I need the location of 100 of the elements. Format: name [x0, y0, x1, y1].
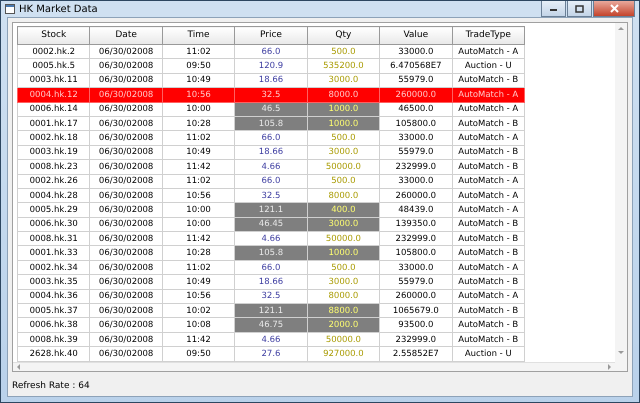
- table-cell: 18.66: [234, 274, 308, 290]
- table-cell: 0001.hk.33: [18, 246, 90, 260]
- table-cell: 0003.hk.35: [18, 274, 90, 290]
- table-cell: 06/30/02008: [90, 58, 162, 74]
- table-cell: 06/30/02008: [90, 174, 162, 188]
- table-cell: 0004.hk.12: [18, 88, 90, 102]
- table-cell: 06/30/02008: [90, 346, 162, 362]
- table-cell: 09:50: [162, 346, 235, 362]
- column-header[interactable]: Stock: [18, 26, 90, 44]
- table-cell: 06/30/02008: [90, 130, 162, 146]
- table-cell: AutoMatch - B: [452, 232, 524, 246]
- close-icon: [610, 4, 618, 13]
- vertical-scrollbar[interactable]: [615, 23, 627, 371]
- table-cell: 66.0: [234, 174, 308, 188]
- horizontal-scrollbar[interactable]: [13, 362, 615, 371]
- table-cell: 0006.hk.38: [18, 318, 90, 332]
- column-header[interactable]: TradeType: [452, 26, 524, 44]
- table-cell: 232999.0: [380, 160, 452, 174]
- table-cell: 06/30/02008: [90, 260, 162, 275]
- table-cell: Auction - U: [452, 346, 524, 362]
- table-cell: 105.8: [234, 246, 308, 260]
- table-cell: 139350.0: [380, 217, 452, 232]
- table-cell: AutoMatch - B: [452, 116, 524, 131]
- table-cell: AutoMatch - B: [452, 246, 524, 260]
- scroll-left-icon[interactable]: [16, 364, 21, 370]
- table-cell: AutoMatch - A: [452, 260, 524, 275]
- table-cell: 06/30/02008: [90, 116, 162, 131]
- table-cell: 50000.0: [307, 332, 380, 347]
- table-cell: 18.66: [234, 145, 308, 160]
- table-cell: 46.75: [234, 318, 308, 332]
- status-text: Refresh Rate : 64: [12, 381, 90, 391]
- window-title: HK Market Data: [19, 2, 98, 16]
- table-cell: 3000.0: [307, 274, 380, 290]
- table-cell: 11:02: [162, 130, 235, 146]
- maximize-button[interactable]: [567, 1, 592, 17]
- table-cell: AutoMatch - A: [452, 202, 524, 218]
- table-cell: 10:00: [162, 217, 235, 232]
- window-icon: [5, 4, 15, 14]
- table-cell: 4.66: [234, 332, 308, 347]
- table-cell: 06/30/02008: [90, 102, 162, 116]
- table-cell: 10:28: [162, 246, 235, 260]
- table-cell: 0002.hk.18: [18, 130, 90, 146]
- table-cell: 10:56: [162, 88, 235, 102]
- table-cell: 3000.0: [307, 217, 380, 232]
- scroll-up-icon[interactable]: [618, 26, 624, 31]
- table-cell: 4.66: [234, 160, 308, 174]
- table-cell: 0004.hk.28: [18, 188, 90, 203]
- table-cell: 260000.0: [380, 88, 452, 102]
- scroll-down-icon[interactable]: [618, 350, 624, 355]
- table-cell: 11:42: [162, 332, 235, 347]
- table-cell: 09:50: [162, 58, 235, 74]
- table-cell: 0006.hk.30: [18, 217, 90, 232]
- table-cell: AutoMatch - A: [452, 289, 524, 304]
- table-cell: 33000.0: [380, 44, 452, 59]
- table-cell: 232999.0: [380, 332, 452, 347]
- table-cell: AutoMatch - B: [452, 274, 524, 290]
- column-header[interactable]: Price: [234, 26, 308, 44]
- table-cell: 0002.hk.34: [18, 260, 90, 275]
- table-cell: 121.1: [234, 304, 308, 318]
- table-cell: 06/30/02008: [90, 246, 162, 260]
- table-cell: 105800.0: [380, 116, 452, 131]
- maximize-icon: [575, 4, 584, 12]
- table-cell: 105800.0: [380, 246, 452, 260]
- column-header[interactable]: Date: [90, 26, 162, 44]
- table-cell: 10:49: [162, 145, 235, 160]
- table-cell: 55979.0: [380, 274, 452, 290]
- table-cell: 0005.hk.5: [18, 58, 90, 74]
- column-header[interactable]: Time: [162, 26, 235, 44]
- table-cell: 66.0: [234, 260, 308, 275]
- table-cell: 06/30/02008: [90, 217, 162, 232]
- column-header[interactable]: Value: [380, 26, 452, 44]
- table-cell: 06/30/02008: [90, 232, 162, 246]
- table-cell: 121.1: [234, 202, 308, 218]
- table-cell: 11:02: [162, 260, 235, 275]
- table-cell: Auction - U: [452, 58, 524, 74]
- table-cell: 10:56: [162, 289, 235, 304]
- scroll-right-icon[interactable]: [607, 364, 612, 370]
- table-cell: 06/30/02008: [90, 160, 162, 174]
- table-cell: 1000.0: [307, 116, 380, 131]
- table-cell: 10:56: [162, 188, 235, 203]
- table-cell: 50000.0: [307, 160, 380, 174]
- table-cell: 500.0: [307, 44, 380, 59]
- table-cell: 06/30/02008: [90, 88, 162, 102]
- table-cell: 0008.hk.39: [18, 332, 90, 347]
- table-cell: 232999.0: [380, 232, 452, 246]
- table-cell: 06/30/02008: [90, 304, 162, 318]
- table-cell: 500.0: [307, 260, 380, 275]
- table-cell: 06/30/02008: [90, 274, 162, 290]
- table-cell: 55979.0: [380, 145, 452, 160]
- table-cell: 33000.0: [380, 130, 452, 146]
- table-cell: 11:42: [162, 160, 235, 174]
- close-button[interactable]: [593, 1, 635, 17]
- table-cell: 10:00: [162, 102, 235, 116]
- column-header[interactable]: Qty: [307, 26, 380, 44]
- table-cell: 46.5: [234, 102, 308, 116]
- minimize-button[interactable]: [541, 1, 566, 17]
- table-cell: 10:02: [162, 304, 235, 318]
- table-cell: AutoMatch - A: [452, 130, 524, 146]
- table-cell: 120.9: [234, 58, 308, 74]
- table-cell: AutoMatch - B: [452, 304, 524, 318]
